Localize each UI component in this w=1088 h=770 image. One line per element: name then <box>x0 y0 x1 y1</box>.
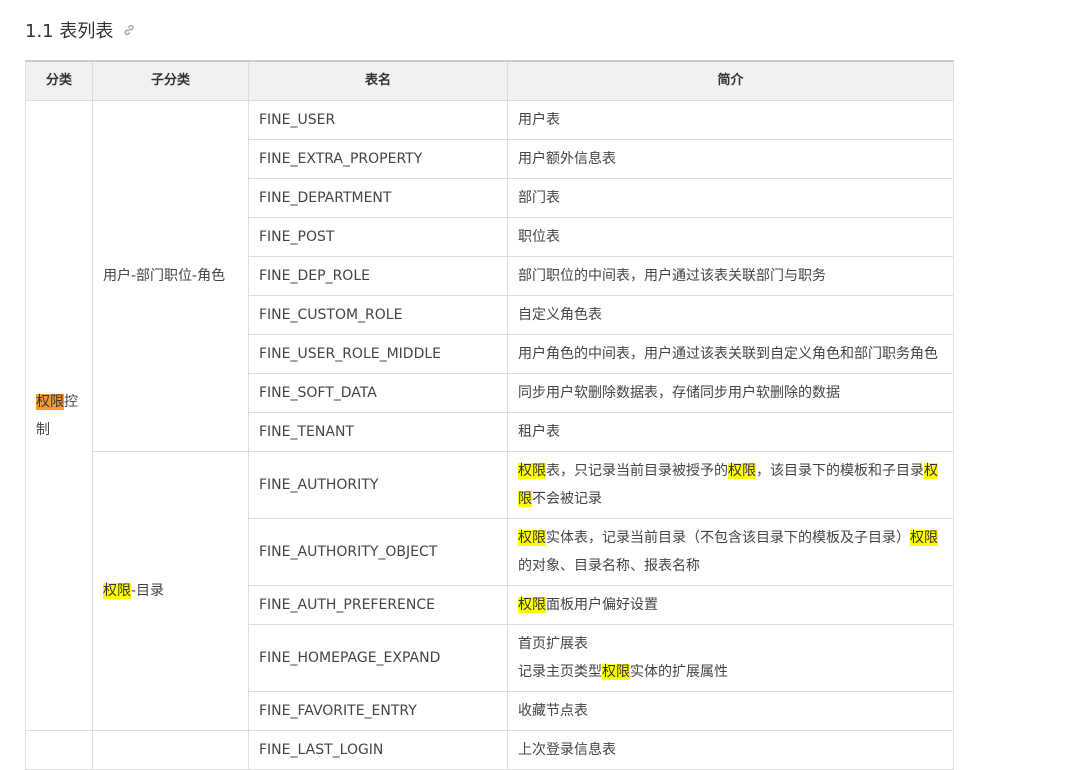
table-name: FINE_HOMEPAGE_EXPAND <box>248 624 508 692</box>
table-row: 权限控制 用户-部门职位-角色 FINE_USER 用户表 <box>25 100 954 731</box>
table-desc: 用户表 <box>507 100 954 140</box>
table-name: FINE_FAVORITE_ENTRY <box>248 691 508 731</box>
subcategory-cell: 用户-部门职位-角色 <box>92 100 249 452</box>
table-desc: 用户额外信息表 <box>507 139 954 179</box>
table-list: 分类 子分类 表名 简介 权限控制 用户-部门职位-角色 FINE_USER 用… <box>25 60 954 770</box>
table-desc: 权限实体表，记录当前目录（不包含该目录下的模板及子目录）权限 的对象、目录名称、报… <box>507 518 954 586</box>
header-table-name: 表名 <box>248 60 508 101</box>
table-name: FINE_AUTHORITY_OBJECT <box>248 518 508 586</box>
table-name: FINE_EXTRA_PROPERTY <box>248 139 508 179</box>
table-desc: 用户角色的中间表，用户通过该表关联到自定义角色和部门职务角色 <box>507 334 954 374</box>
section-title: 1.1 表列表 <box>25 21 114 42</box>
table-name: FINE_DEP_ROLE <box>248 256 508 296</box>
table-desc: 租户表 <box>507 412 954 452</box>
table-desc: 收藏节点表 <box>507 691 954 731</box>
table-desc: 自定义角色表 <box>507 295 954 335</box>
table-row: 权限-目录 FINE_AUTHORITY 权限表，只记录当前目录被授予的权限，该… <box>26 451 954 731</box>
table-name: FINE_LAST_LOGIN <box>248 730 508 770</box>
table-name: FINE_SOFT_DATA <box>248 373 508 413</box>
table-desc: 职位表 <box>507 217 954 257</box>
table-desc: 上次登录信息表 <box>507 730 954 770</box>
table-name: FINE_CUSTOM_ROLE <box>248 295 508 335</box>
highlight: 权限 <box>36 393 64 410</box>
table-desc: 同步用户软删除数据表，存储同步用户软删除的数据 <box>507 373 954 413</box>
table-name: FINE_USER <box>248 100 508 140</box>
category-cell: 权限控制 <box>25 100 93 731</box>
table-desc: 部门职位的中间表，用户通过该表关联部门与职务 <box>507 256 954 296</box>
table-row: FINE_LAST_LOGIN 上次登录信息表 <box>25 730 954 770</box>
table-name: FINE_DEPARTMENT <box>248 178 508 218</box>
link-icon[interactable] <box>123 24 135 36</box>
table-name: FINE_USER_ROLE_MIDDLE <box>248 334 508 374</box>
table-name: FINE_AUTH_PREFERENCE <box>248 585 508 625</box>
subcategory-cell <box>92 730 249 770</box>
header-description: 简介 <box>507 60 954 101</box>
table-desc: 权限表，只记录当前目录被授予的权限，该目录下的模板和子目录权 限不会被记录 <box>507 451 954 519</box>
category-cell <box>25 730 93 770</box>
table-name: FINE_TENANT <box>248 412 508 452</box>
table-header-row: 分类 子分类 表名 简介 <box>25 60 954 101</box>
table-desc: 部门表 <box>507 178 954 218</box>
highlight: 权限 <box>103 583 131 599</box>
header-category: 分类 <box>25 60 93 101</box>
table-name: FINE_AUTHORITY <box>248 451 508 519</box>
table-name: FINE_POST <box>248 217 508 257</box>
subcategory-cell: 权限-目录 <box>92 451 249 731</box>
header-subcategory: 子分类 <box>92 60 249 101</box>
section-heading: 1.1 表列表 <box>25 17 135 43</box>
table-desc: 权限面板用户偏好设置 <box>507 585 954 625</box>
table-desc: 首页扩展表 记录主页类型权限实体的扩展属性 <box>507 624 954 692</box>
